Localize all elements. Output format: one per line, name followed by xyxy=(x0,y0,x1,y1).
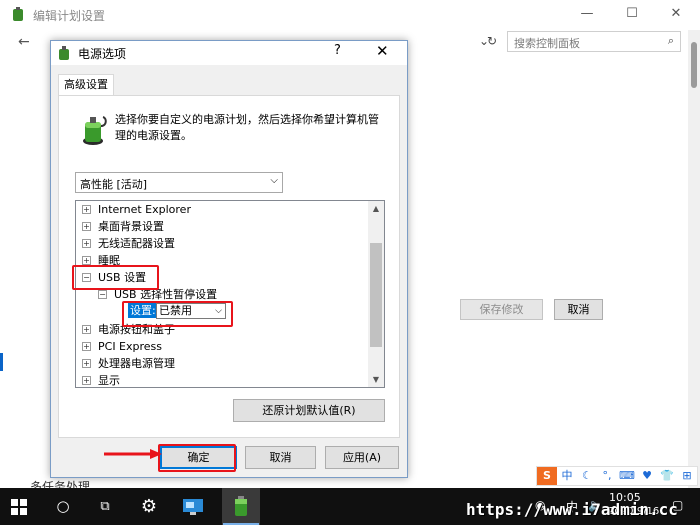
expand-icon[interactable]: + xyxy=(82,342,91,351)
sogou-icon[interactable]: S xyxy=(537,467,557,485)
start-button[interactable] xyxy=(0,488,38,525)
expand-icon[interactable]: + xyxy=(82,205,91,214)
cancel-button[interactable]: 取消 xyxy=(245,446,316,469)
battery-plug-icon xyxy=(83,116,107,145)
ok-button-highlight xyxy=(158,444,236,472)
help-button[interactable]: ? xyxy=(334,43,341,58)
expand-icon[interactable]: + xyxy=(82,256,91,265)
window-scrollbar[interactable] xyxy=(688,30,700,490)
save-changes-button[interactable]: 保存修改 xyxy=(460,299,543,320)
ime-toolbar: S 中 ☾ °, ⌨ ♥ 👕 ⊞ xyxy=(536,466,698,486)
window-titlebar: 编辑计划设置 — ☐ ✕ xyxy=(0,0,700,28)
scroll-thumb[interactable] xyxy=(370,243,382,347)
apply-button[interactable]: 应用(A) xyxy=(325,446,399,469)
expand-icon[interactable]: + xyxy=(82,359,91,368)
expand-icon[interactable]: + xyxy=(82,376,91,385)
keyboard-icon[interactable]: ⌨ xyxy=(617,467,637,485)
scroll-down-icon[interactable]: ▼ xyxy=(368,372,384,387)
search-input[interactable]: 搜索控制面板 ⌕ xyxy=(507,31,681,52)
power-plan-value: 高性能 [活动] xyxy=(80,178,148,191)
dialog-title: 电源选项 xyxy=(78,47,127,61)
scroll-thumb[interactable] xyxy=(691,42,697,88)
punctuation-icon[interactable]: °, xyxy=(597,467,617,485)
tree-item-label: 处理器电源管理 xyxy=(98,357,175,370)
monitor-icon xyxy=(183,499,203,515)
bg-cancel-button[interactable]: 取消 xyxy=(554,299,603,320)
dialog-close-button[interactable]: ✕ xyxy=(376,42,389,60)
search-icon: ⌕ xyxy=(667,34,674,47)
power-options-icon xyxy=(59,46,69,60)
battery-icon xyxy=(235,496,247,516)
red-arrow-icon xyxy=(104,449,162,459)
tree-item-label: Internet Explorer xyxy=(98,203,191,216)
setting-highlight xyxy=(122,301,233,327)
settings-tree[interactable]: + Internet Explorer + 桌面背景设置 + 无线适配器设置 +… xyxy=(75,200,385,388)
chinese-mode-icon[interactable]: 中 xyxy=(557,467,577,485)
control-panel-icon[interactable] xyxy=(174,488,212,525)
power-options-dialog: 电源选项 ? ✕ 高级设置 选择你要自定义的电源计划，然后选择你希望计算机管理的… xyxy=(50,40,408,478)
shirt-icon[interactable]: 👕 xyxy=(657,467,677,485)
tree-scrollbar[interactable]: ▲ ▼ xyxy=(368,201,384,387)
maximize-button[interactable]: ☐ xyxy=(618,4,646,24)
expand-icon[interactable]: + xyxy=(82,239,91,248)
scroll-up-icon[interactable]: ▲ xyxy=(368,201,384,216)
collapse-icon[interactable]: − xyxy=(98,290,107,299)
tree-item-label: 桌面背景设置 xyxy=(98,220,164,233)
search-circle-icon[interactable]: ○ xyxy=(44,488,82,525)
search-placeholder: 搜索控制面板 xyxy=(514,37,580,50)
dialog-description: 选择你要自定义的电源计划，然后选择你希望计算机管理的电源设置。 xyxy=(115,113,379,142)
expand-icon[interactable]: + xyxy=(82,325,91,334)
dialog-titlebar: 电源选项 ? ✕ xyxy=(51,41,407,65)
tree-item-label: 无线适配器设置 xyxy=(98,237,175,250)
close-button[interactable]: ✕ xyxy=(662,4,690,24)
tree-item-label: PCI Express xyxy=(98,340,163,353)
task-view-icon[interactable]: ⧉ xyxy=(86,488,124,525)
selection-marker xyxy=(0,353,3,371)
power-plan-select[interactable]: 高性能 [活动] ⌵ xyxy=(75,172,283,193)
power-options-taskbar-button[interactable] xyxy=(222,488,260,525)
minimize-button[interactable]: — xyxy=(573,4,601,24)
refresh-icon[interactable]: ↻ xyxy=(478,31,506,51)
moon-icon[interactable]: ☾ xyxy=(577,467,597,485)
chevron-down-icon: ⌵ xyxy=(270,175,278,186)
tree-item-label: 显示 xyxy=(98,374,120,387)
tab-advanced-settings[interactable]: 高级设置 xyxy=(58,74,114,96)
windows-icon xyxy=(11,499,27,515)
expand-icon[interactable]: + xyxy=(82,222,91,231)
restore-defaults-button[interactable]: 还原计划默认值(R) xyxy=(233,399,385,422)
usb-settings-highlight xyxy=(72,265,159,290)
settings-gear-icon[interactable]: ⚙ xyxy=(130,488,168,525)
power-options-icon xyxy=(13,7,23,21)
grid-icon[interactable]: ⊞ xyxy=(677,467,697,485)
watermark-url: https://www.i7admin.cc xyxy=(466,500,678,519)
window-title: 编辑计划设置 xyxy=(33,9,106,23)
heart-icon[interactable]: ♥ xyxy=(637,467,657,485)
back-arrow-icon[interactable]: ← xyxy=(18,34,30,50)
